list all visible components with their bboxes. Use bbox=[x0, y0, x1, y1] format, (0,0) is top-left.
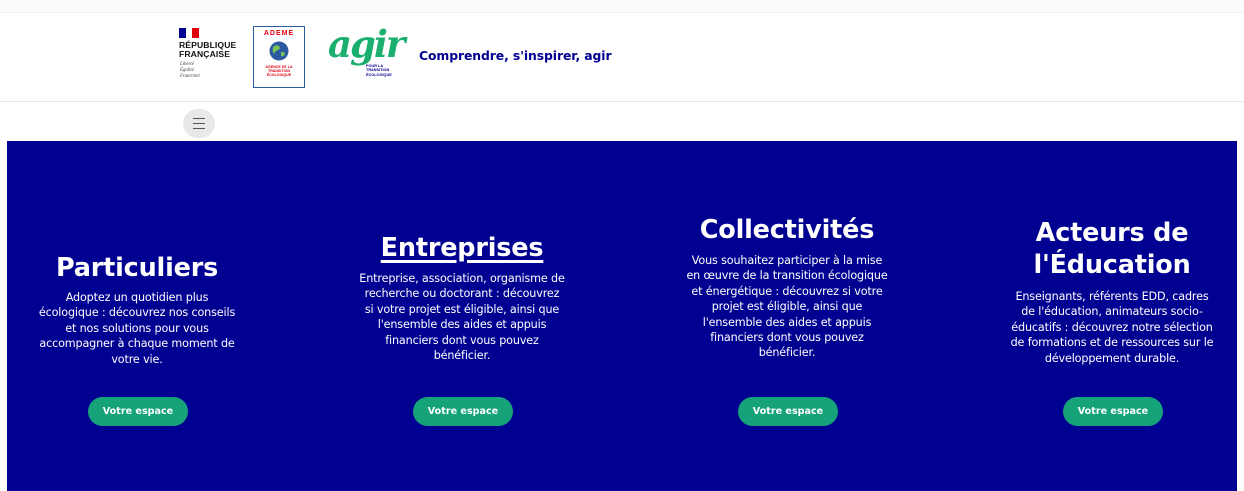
desc-line: bénéficier. bbox=[758, 346, 816, 360]
audience-desc-education: Enseignants, référents EDD, cadres de l'… bbox=[987, 289, 1237, 366]
audience-card-collectivites: Collectivités Vous souhaitez participer … bbox=[662, 215, 912, 361]
hamburger-icon-bar bbox=[193, 123, 205, 125]
audience-band: Particuliers Adoptez un quotidien plus é… bbox=[7, 141, 1237, 491]
desc-line: éducatifs : découvrez notre sélection bbox=[1011, 320, 1213, 334]
site-tagline-link[interactable]: Comprendre, s'inspirer, agir bbox=[419, 48, 612, 63]
republique-francaise-logo[interactable]: RÉPUBLIQUE FRANÇAISE Liberté Égalité Fra… bbox=[179, 24, 239, 92]
audience-desc-entreprises: Entreprise, association, organisme de re… bbox=[337, 271, 587, 363]
desc-line: développement durable. bbox=[1044, 351, 1180, 365]
desc-line: de l'éducation, animateurs socio- bbox=[1021, 305, 1203, 319]
desc-line: Adoptez un quotidien plus bbox=[65, 291, 209, 304]
desc-line: financiers dont vous pouvez bbox=[385, 333, 539, 347]
ademe-logo[interactable]: ADEME AGENCE DE LA TRANSITION ÉCOLOGIQUE bbox=[253, 26, 305, 88]
votre-espace-button-entreprises[interactable]: Votre espace bbox=[413, 397, 513, 426]
ademe-name: ADEME bbox=[263, 30, 295, 37]
desc-line: de formations et de ressources sur le bbox=[1010, 336, 1214, 350]
audience-title-entreprises-link[interactable]: Entreprises bbox=[337, 233, 587, 263]
hamburger-icon-bar bbox=[193, 128, 205, 130]
rf-title-line: FRANÇAISE bbox=[179, 49, 231, 59]
audience-card-particuliers: Particuliers Adoptez un quotidien plus é… bbox=[12, 253, 262, 367]
desc-line: l'ensemble des aides et appuis bbox=[702, 315, 872, 329]
globe-icon bbox=[269, 41, 289, 61]
rf-motto-line: Fraternité bbox=[180, 73, 200, 79]
menu-button[interactable] bbox=[183, 109, 215, 138]
audience-title-education: Acteurs de l'Éducation bbox=[987, 217, 1237, 281]
audience-desc-particuliers: Adoptez un quotidien plus écologique : d… bbox=[12, 290, 262, 367]
audience-title-collectivites: Collectivités bbox=[699, 215, 875, 245]
agir-sub-line: ÉCOLOGIQUE bbox=[366, 72, 392, 77]
republique-francaise-title: RÉPUBLIQUE FRANÇAISE bbox=[179, 41, 236, 59]
audience-card-entreprises: Entreprises Entreprise, association, org… bbox=[337, 233, 587, 363]
agir-wordmark: agir bbox=[328, 22, 405, 66]
french-flag-icon bbox=[179, 28, 199, 38]
audience-desc-collectivites: Vous souhaitez participer à la mise en œ… bbox=[662, 253, 912, 361]
desc-line: l'ensemble des aides et appuis bbox=[377, 318, 547, 332]
ademe-sub-line: ÉCOLOGIQUE bbox=[266, 73, 292, 78]
desc-line: si votre projet est éligible, ainsi que bbox=[364, 302, 560, 316]
desc-line: projet est éligible, ainsi que bbox=[711, 300, 863, 314]
title-line: Acteurs de bbox=[1035, 218, 1189, 248]
desc-line: Vous souhaitez participer à la mise bbox=[691, 254, 883, 267]
desc-line: recherche ou doctorant : découvrez bbox=[364, 287, 560, 301]
hamburger-icon bbox=[193, 118, 205, 120]
desc-line: financiers dont vous pouvez bbox=[710, 331, 864, 345]
agir-logo[interactable]: agir POUR LA TRANSITION ÉCOLOGIQUE bbox=[328, 22, 408, 90]
votre-espace-button-particuliers[interactable]: Votre espace bbox=[88, 397, 188, 426]
desc-line: accompagner à chaque moment de bbox=[39, 337, 235, 351]
desc-line: bénéficier. bbox=[433, 349, 491, 363]
votre-espace-button-collectivites[interactable]: Votre espace bbox=[738, 397, 838, 426]
audience-title-particuliers: Particuliers bbox=[55, 253, 219, 283]
republique-motto: Liberté Égalité Fraternité bbox=[180, 62, 200, 79]
desc-line: Entreprise, association, organisme de bbox=[359, 272, 565, 285]
desc-line: et nos solutions pour vous bbox=[65, 321, 209, 335]
agir-subtitle: POUR LA TRANSITION ÉCOLOGIQUE bbox=[366, 64, 392, 77]
browser-top-edge bbox=[0, 0, 1244, 13]
desc-line: Enseignants, référents EDD, cadres bbox=[1015, 290, 1209, 303]
desc-line: votre vie. bbox=[111, 352, 163, 366]
header-divider bbox=[0, 101, 1244, 102]
ademe-subtitle: AGENCE DE LA TRANSITION ÉCOLOGIQUE bbox=[257, 65, 301, 78]
desc-line: en œuvre de la transition écologique bbox=[686, 269, 888, 283]
desc-line: et énergétique : découvrez si votre bbox=[691, 284, 883, 298]
votre-espace-button-education[interactable]: Votre espace bbox=[1063, 397, 1163, 426]
audience-card-education: Acteurs de l'Éducation Enseignants, réfé… bbox=[987, 217, 1237, 366]
title-line: l'Éducation bbox=[1033, 250, 1191, 280]
desc-line: écologique : découvrez nos conseils bbox=[38, 306, 236, 320]
